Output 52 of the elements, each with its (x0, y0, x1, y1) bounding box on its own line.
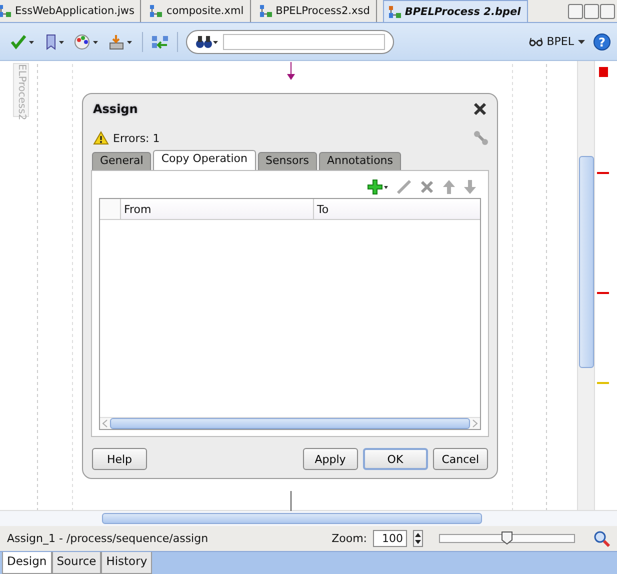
connector-arrow (287, 62, 295, 82)
editor-tab[interactable]: composite.xml (147, 0, 251, 22)
file-icon (0, 4, 12, 18)
up-arrow-icon (442, 179, 456, 195)
check-icon[interactable] (10, 34, 36, 50)
palette-icon[interactable] (74, 34, 100, 50)
warning-icon (93, 131, 109, 145)
dialog-button[interactable]: Cancel (432, 448, 488, 470)
file-icon (258, 4, 273, 18)
mode-menu[interactable]: BPEL (528, 35, 585, 48)
close-icon[interactable] (473, 102, 487, 116)
zoom-label: Zoom: (332, 532, 367, 545)
search-field[interactable] (186, 30, 394, 54)
zoom-slider[interactable] (439, 534, 575, 543)
dialog-tab[interactable]: General (92, 152, 152, 170)
dialog-tab[interactable]: Sensors (258, 152, 317, 170)
editor-tab[interactable]: BPELProcess 2.bpel (382, 0, 528, 22)
view-tab[interactable]: History (101, 552, 152, 574)
dialog-title: Assign (93, 102, 138, 116)
side-label: ELProcess2 (13, 63, 29, 117)
add-icon[interactable] (367, 179, 389, 195)
bookmark-icon[interactable] (44, 34, 66, 50)
file-icon (388, 4, 402, 18)
dialog-button[interactable]: Apply (302, 448, 358, 470)
dialog-tab[interactable]: Annotations (318, 152, 402, 170)
view-tab[interactable]: Design (2, 552, 52, 574)
wrench-icon[interactable] (473, 130, 489, 146)
zoom-field[interactable]: 100 (373, 530, 407, 547)
edit-icon (396, 179, 412, 195)
down-arrow-icon (463, 179, 477, 195)
dialog-button[interactable]: OK (362, 448, 428, 470)
diagram-arrow-icon[interactable] (151, 34, 169, 50)
view-tab[interactable]: Source (52, 552, 102, 574)
delete-icon (419, 179, 435, 195)
selection-path: Assign_1 - /process/sequence/assign (7, 532, 208, 545)
caret-icon (578, 40, 585, 44)
editor-tab[interactable]: BPELProcess2.xsd (256, 0, 377, 22)
editor-tab[interactable]: EssWebApplication.jws (0, 0, 142, 22)
zoom-icon[interactable] (593, 530, 611, 548)
column-header: From (120, 199, 313, 219)
file-icon (149, 4, 164, 18)
tray-icon[interactable] (108, 34, 134, 50)
connector-line (290, 491, 292, 511)
help-icon[interactable]: ? (593, 32, 611, 50)
glasses-icon (528, 36, 543, 46)
spinner-arrows[interactable] (413, 530, 423, 547)
dialog-tab[interactable]: Copy Operation (153, 150, 256, 170)
error-count: Errors: 1 (113, 132, 160, 144)
binoculars-icon[interactable] (195, 34, 219, 48)
dialog-button[interactable]: Help (92, 448, 147, 470)
column-header: To (313, 199, 480, 219)
slider-thumb[interactable] (501, 531, 513, 545)
